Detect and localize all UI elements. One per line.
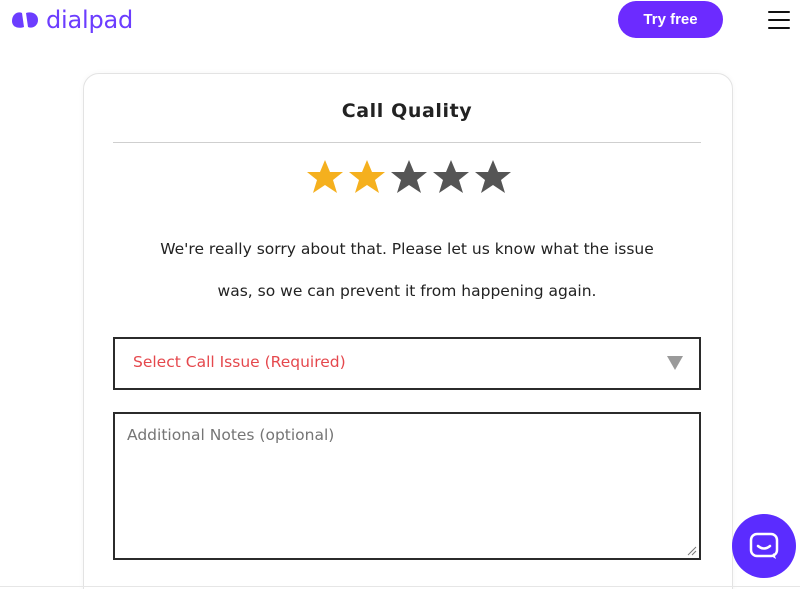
page: dialpad Try free Call Quality We're real… — [0, 0, 800, 589]
dialpad-logo[interactable]: dialpad — [10, 4, 133, 36]
resize-grip-icon[interactable] — [685, 544, 697, 556]
star-filled-icon[interactable] — [348, 158, 386, 196]
star-empty-icon[interactable] — [432, 158, 470, 196]
chat-widget-button[interactable] — [732, 514, 796, 578]
card-title: Call Quality — [341, 100, 473, 122]
additional-notes-textarea[interactable]: Additional Notes (optional) — [113, 412, 701, 560]
dialpad-logo-icon — [12, 12, 38, 28]
menu-bar — [768, 19, 790, 21]
message-line-2: was, so we can prevent it from happening… — [217, 282, 597, 300]
notes-placeholder: Additional Notes (optional) — [127, 426, 335, 444]
site-header: dialpad Try free — [0, 0, 800, 40]
triangle-down-icon — [667, 356, 683, 370]
call-issue-select[interactable]: Select Call Issue (Required) — [113, 337, 701, 390]
chat-bubble-icon — [749, 532, 779, 559]
menu-bar — [768, 27, 790, 29]
menu-bar — [768, 11, 790, 13]
page-bottom-border — [0, 586, 800, 587]
hamburger-menu-icon[interactable] — [768, 11, 790, 29]
call-issue-selected-label: Select Call Issue (Required) — [133, 353, 346, 371]
star-rating — [306, 158, 512, 198]
star-filled-icon[interactable] — [306, 158, 344, 196]
try-free-button[interactable]: Try free — [618, 1, 723, 38]
star-empty-icon[interactable] — [474, 158, 512, 196]
message-line-1: We're really sorry about that. Please le… — [160, 240, 654, 258]
feedback-message: We're really sorry about that. Please le… — [113, 228, 701, 312]
brand-name: dialpad — [46, 6, 134, 34]
title-divider — [113, 142, 701, 143]
star-empty-icon[interactable] — [390, 158, 428, 196]
